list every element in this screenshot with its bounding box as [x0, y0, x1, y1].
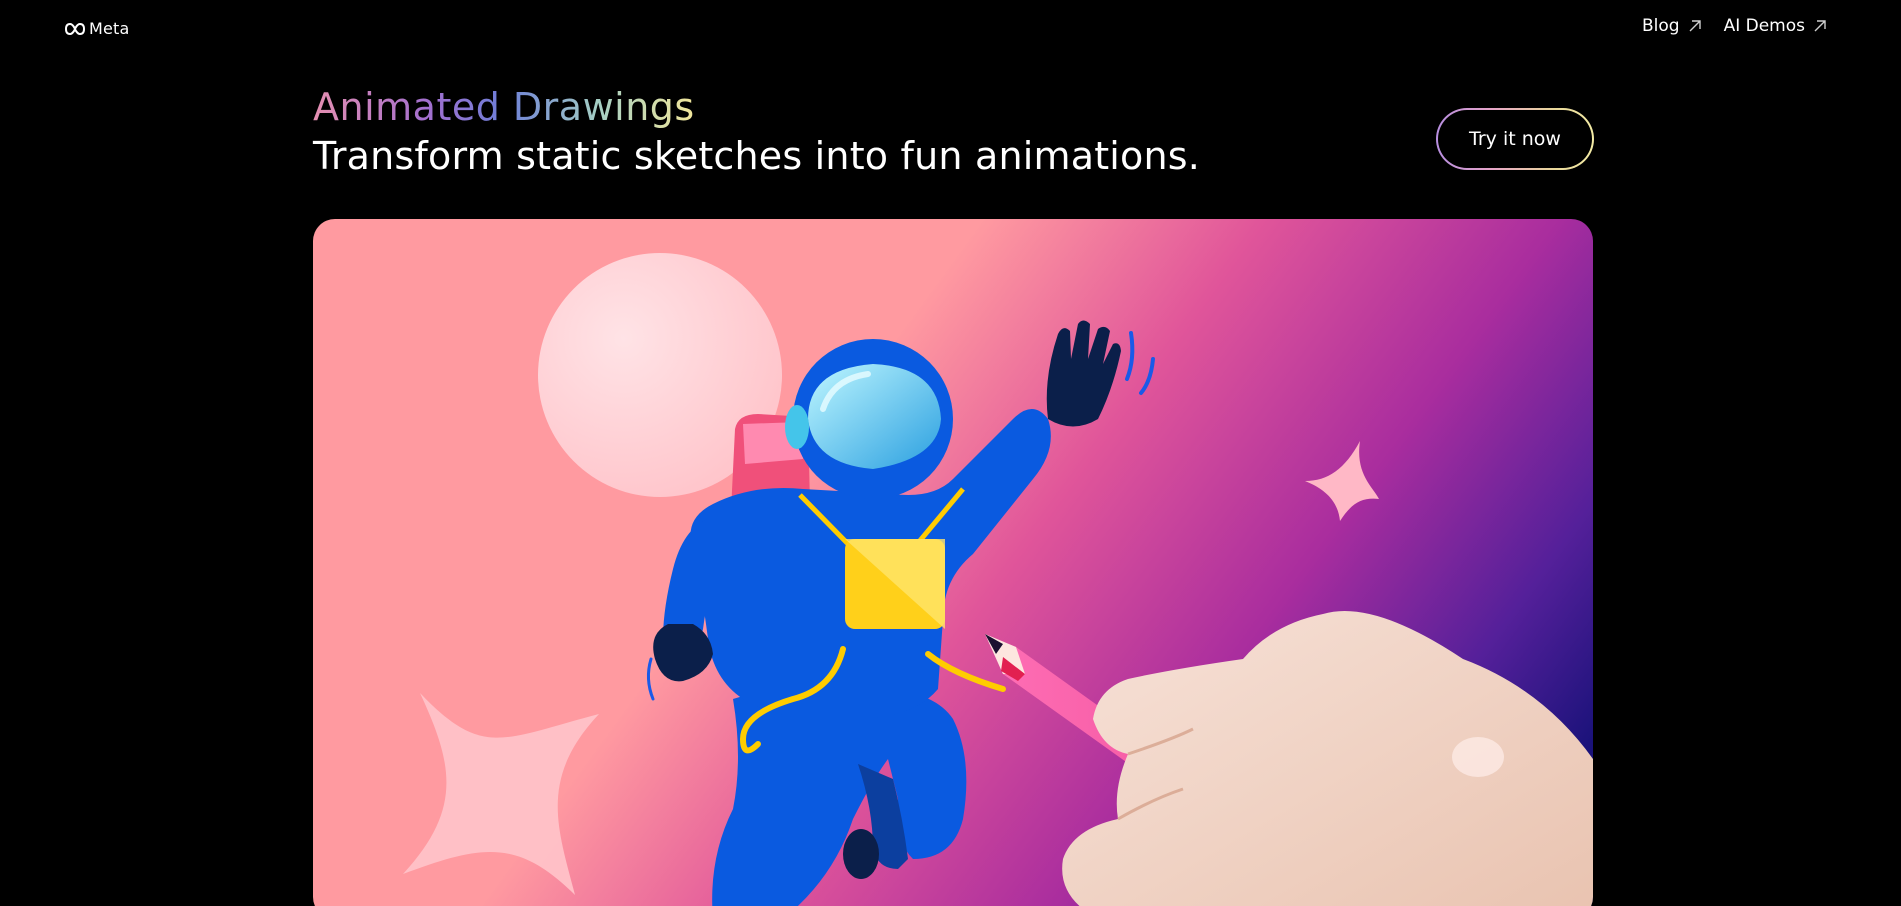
hero-illustration	[313, 219, 1593, 906]
astronaut-boot	[843, 829, 879, 879]
arrow-up-right-icon	[1814, 20, 1826, 32]
meta-logo[interactable]: Meta	[64, 19, 130, 38]
hand-highlight	[1452, 737, 1504, 777]
meta-infinity-icon	[64, 22, 86, 35]
helmet-ear	[785, 405, 809, 449]
top-navigation: Meta Blog AI Demos	[0, 0, 1901, 60]
nav-links: Blog AI Demos	[1642, 16, 1827, 36]
try-it-now-button[interactable]: Try it now	[1436, 108, 1594, 170]
product-title: Animated Drawings	[313, 82, 695, 132]
page: Meta Blog AI Demos Animated Drawings Tra…	[0, 0, 1901, 906]
arrow-up-right-icon	[1689, 20, 1701, 32]
hero-heading: Animated Drawings Transform static sketc…	[313, 82, 1200, 180]
nav-link-label: Blog	[1642, 16, 1680, 36]
try-it-now-label: Try it now	[1438, 110, 1592, 168]
astronaut-drawing-illustration	[313, 219, 1593, 906]
nav-link-ai-demos[interactable]: AI Demos	[1724, 16, 1827, 36]
hero-tagline: Transform static sketches into fun anima…	[313, 134, 1201, 178]
logo-text: Meta	[89, 19, 130, 38]
nav-link-blog[interactable]: Blog	[1642, 16, 1702, 36]
nav-link-label: AI Demos	[1723, 16, 1805, 36]
